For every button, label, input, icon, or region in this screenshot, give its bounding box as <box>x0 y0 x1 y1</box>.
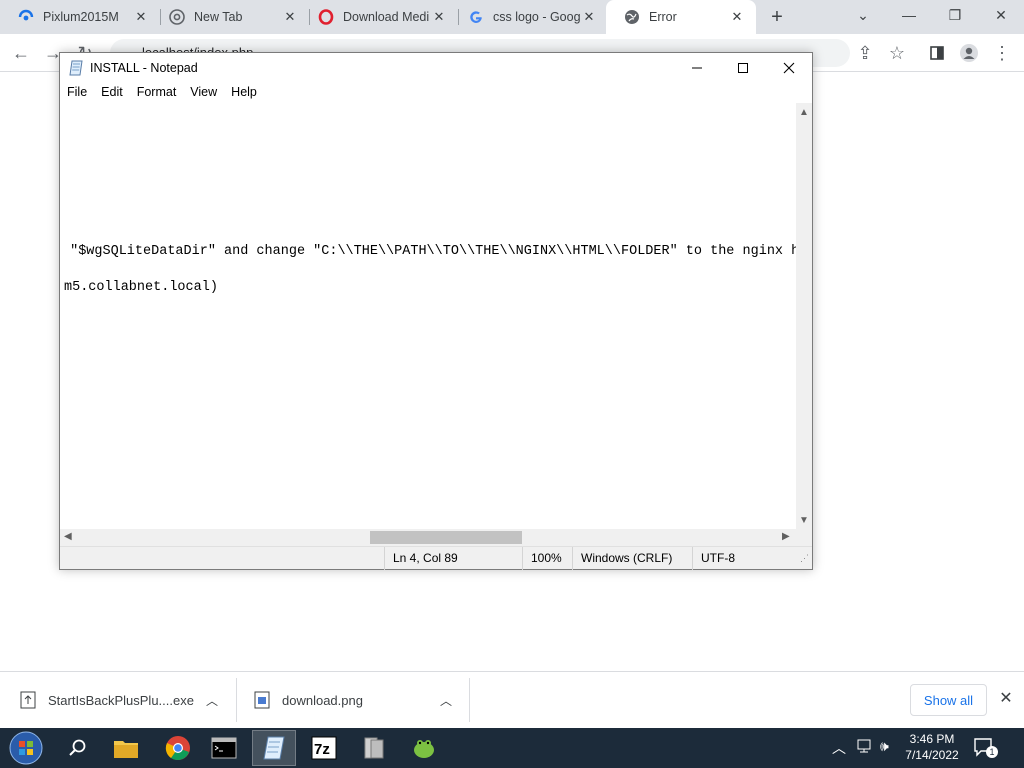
horizontal-scroll-thumb[interactable] <box>370 531 522 544</box>
clock-time: 3:46 PM <box>909 732 955 746</box>
menu-help[interactable]: Help <box>224 83 264 103</box>
status-zoom: 100% <box>522 547 572 570</box>
close-window-icon[interactable]: ✕ <box>986 4 1016 26</box>
windows-start-icon <box>9 731 43 765</box>
desktop-screen: Pixlum2015M ✕ New Tab ✕ Download Medi ✕ … <box>0 0 1024 768</box>
minimize-icon[interactable]: — <box>894 4 924 26</box>
notepad-title-bar[interactable]: INSTALL - Notepad <box>60 53 812 83</box>
minimize-icon[interactable] <box>674 53 720 83</box>
action-center-icon[interactable]: 1 <box>974 738 998 758</box>
side-panel-icon[interactable] <box>924 40 950 66</box>
tab-title: Download Medi <box>343 10 430 24</box>
download-item-startisback[interactable]: StartIsBackPlusPlu....exe ︿ <box>20 680 230 720</box>
menu-edit[interactable]: Edit <box>94 83 130 103</box>
start-button[interactable] <box>4 730 48 766</box>
menu-format[interactable]: Format <box>130 83 184 103</box>
tab-pixlum[interactable]: Pixlum2015M ✕ <box>0 0 160 34</box>
text-editor-area[interactable]: "$wgSQLiteDataDir" and change "C:\\THE\\… <box>60 103 796 529</box>
show-hidden-icons-icon[interactable]: ︿ <box>832 738 846 758</box>
download-shelf: StartIsBackPlusPlu....exe ︿ download.png… <box>0 671 1024 728</box>
seven-zip-icon[interactable]: 7z <box>302 730 346 766</box>
search-icon[interactable] <box>56 730 100 766</box>
tab-error[interactable]: Error ✕ <box>606 0 756 34</box>
profile-avatar-icon[interactable] <box>956 40 982 66</box>
notepad-menu-bar: File Edit Format View Help <box>60 83 812 103</box>
exe-file-icon <box>20 691 36 709</box>
browser-tab-strip: Pixlum2015M ✕ New Tab ✕ Download Medi ✕ … <box>0 0 1024 34</box>
volume-icon[interactable]: 🕪 <box>880 738 889 755</box>
window-title: INSTALL - Notepad <box>90 61 198 75</box>
tab-download-media[interactable]: Download Medi ✕ <box>300 0 458 34</box>
status-line-ending: Windows (CRLF) <box>572 547 692 570</box>
command-prompt-icon[interactable] <box>202 730 246 766</box>
windows-taskbar: 7z ︿ 🕪 3:46 PM 7/14/2022 1 <box>0 728 1024 768</box>
chrome-icon <box>169 9 185 25</box>
new-tab-button[interactable]: + <box>766 6 788 28</box>
close-icon[interactable]: ✕ <box>281 8 299 26</box>
text-line: "$wgSQLiteDataDir" and change "C:\\THE\\… <box>62 244 796 259</box>
share-icon[interactable]: ⇪ <box>852 40 878 66</box>
scroll-right-icon[interactable]: ▶ <box>782 531 790 542</box>
notepad-taskbar-icon[interactable] <box>252 730 296 766</box>
tab-title: New Tab <box>194 10 243 24</box>
chevron-up-icon[interactable]: ︿ <box>206 692 218 709</box>
notepad-icon <box>69 60 83 76</box>
svg-text:7z: 7z <box>314 741 330 758</box>
restore-icon[interactable]: ❐ <box>940 4 970 26</box>
globe-icon <box>624 9 640 25</box>
back-icon[interactable]: ← <box>8 40 34 66</box>
system-clock[interactable]: 3:46 PM 7/14/2022 <box>900 731 964 763</box>
notepad-window: INSTALL - Notepad File Edit Format View … <box>59 52 813 570</box>
bookmark-star-icon[interactable]: ☆ <box>884 40 910 66</box>
divider <box>469 678 470 722</box>
close-icon[interactable]: ✕ <box>430 8 448 26</box>
tab-css-logo[interactable]: css logo - Goog ✕ <box>450 0 608 34</box>
menu-view[interactable]: View <box>183 83 224 103</box>
image-file-icon <box>254 691 270 709</box>
scroll-left-icon[interactable]: ◀ <box>64 531 72 542</box>
chevron-up-icon[interactable]: ︿ <box>440 692 452 709</box>
tab-title: Pixlum2015M <box>43 10 119 24</box>
maximize-icon[interactable] <box>720 53 766 83</box>
scroll-up-icon[interactable]: ▲ <box>799 107 809 118</box>
close-icon[interactable]: ✕ <box>728 8 746 26</box>
horizontal-scrollbar[interactable]: ◀ ▶ <box>60 529 796 546</box>
notepad-status-bar: Ln 4, Col 89 100% Windows (CRLF) UTF-8 ⋰ <box>60 546 812 570</box>
vertical-scrollbar[interactable]: ▲ ▼ <box>796 103 812 529</box>
chrome-taskbar-icon[interactable] <box>156 730 200 766</box>
file-explorer-icon[interactable] <box>104 730 148 766</box>
close-icon[interactable]: ✕ <box>132 8 150 26</box>
google-icon <box>468 9 484 25</box>
status-cursor-position: Ln 4, Col 89 <box>384 547 522 570</box>
download-filename: StartIsBackPlusPlu....exe <box>48 692 194 708</box>
scroll-down-icon[interactable]: ▼ <box>799 515 809 526</box>
status-encoding: UTF-8 <box>692 547 796 570</box>
resize-grip-icon[interactable]: ⋰ <box>800 553 809 564</box>
notepad-plus-plus-icon[interactable] <box>402 730 446 766</box>
close-shelf-icon[interactable]: ✕ <box>996 688 1016 708</box>
tab-search-icon[interactable]: ⌄ <box>848 4 878 26</box>
divider <box>236 678 237 722</box>
download-item-download-png[interactable]: download.png ︿ <box>254 680 464 720</box>
text-line: m5.collabnet.local) <box>64 280 218 295</box>
pixlum-icon <box>18 9 34 25</box>
close-icon[interactable] <box>766 53 812 83</box>
close-icon[interactable]: ✕ <box>580 8 598 26</box>
download-filename: download.png <box>282 692 363 708</box>
scrollbar-corner <box>796 529 812 546</box>
menu-file[interactable]: File <box>60 83 94 103</box>
tab-title: Error <box>649 10 677 24</box>
opera-icon <box>318 9 334 25</box>
tab-title: css logo - Goog <box>493 10 580 24</box>
clock-date: 7/14/2022 <box>905 748 959 762</box>
tab-new-tab[interactable]: New Tab ✕ <box>151 0 309 34</box>
menu-dots-icon[interactable]: ⋮ <box>989 40 1015 66</box>
show-all-button[interactable]: Show all <box>910 684 987 716</box>
archive-manager-icon[interactable] <box>352 730 396 766</box>
notification-badge: 1 <box>986 746 998 758</box>
network-icon[interactable] <box>856 738 874 757</box>
